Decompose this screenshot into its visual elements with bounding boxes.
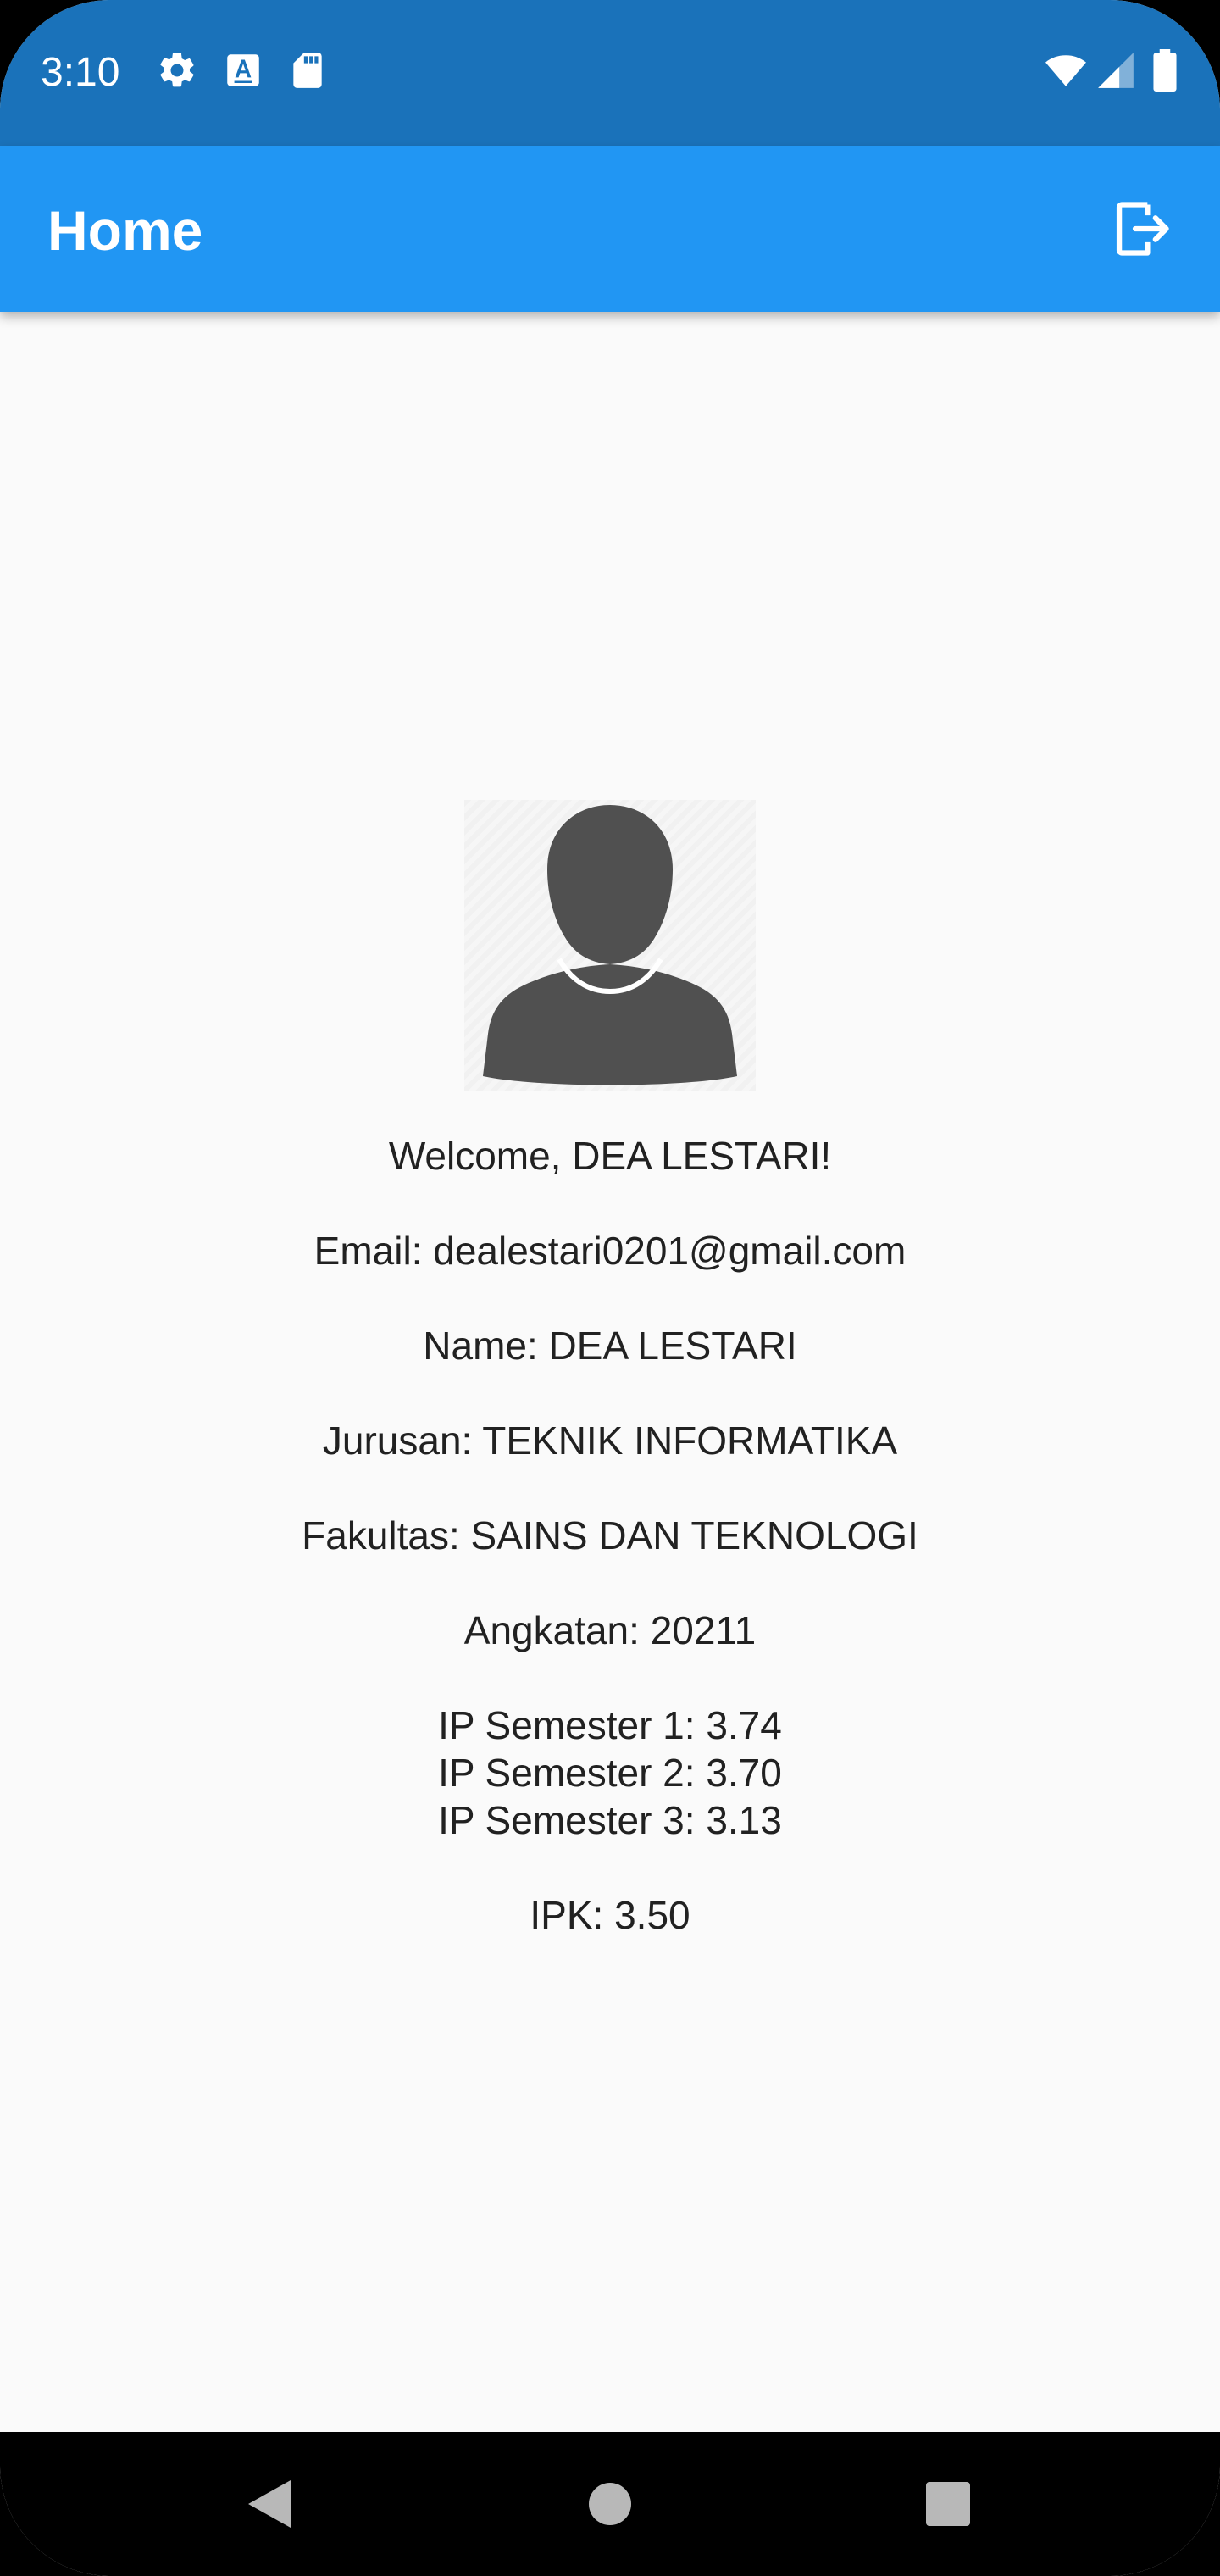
ip-semester-list: IP Semester 1: 3.74 IP Semester 2: 3.70 … (0, 1702, 1220, 1844)
wifi-icon (1040, 49, 1091, 92)
gear-icon (156, 49, 198, 92)
status-time: 3:10 (41, 50, 120, 95)
recents-icon (925, 2481, 971, 2527)
angkatan-text: Angkatan: 20211 (463, 1608, 757, 1652)
logout-button[interactable] (1101, 188, 1183, 269)
recents-button[interactable] (910, 2466, 986, 2542)
sd-card-icon (286, 49, 329, 92)
phone-screen: 3:10 Home Welcome, DEA LESTARI! Email: d… (0, 0, 1220, 2576)
signal-icon (1095, 49, 1137, 92)
system-nav-bar (0, 2432, 1220, 2576)
home-icon (587, 2481, 633, 2527)
ipk-text: IPK: 3.50 (530, 1893, 690, 1937)
ip-semester-item: IP Semester 1: 3.74 (438, 1703, 782, 1747)
status-bar: 3:10 (0, 0, 1220, 146)
person-silhouette-icon (464, 800, 756, 1091)
welcome-text: Welcome, DEA LESTARI! (388, 1134, 832, 1178)
back-button[interactable] (230, 2466, 307, 2542)
app-bar: Home (0, 146, 1220, 312)
logout-icon (1110, 197, 1174, 261)
text-a-icon (222, 49, 264, 92)
ip-semester-item: IP Semester 3: 3.13 (438, 1798, 782, 1842)
back-icon (243, 2477, 294, 2531)
email-text: Email: dealestari0201@gmail.com (313, 1229, 907, 1273)
jurusan-text: Jurusan: TEKNIK INFORMATIKA (322, 1418, 898, 1463)
home-button[interactable] (572, 2466, 648, 2542)
ip-semester-item: IP Semester 2: 3.70 (438, 1751, 782, 1795)
profile-content: Welcome, DEA LESTARI! Email: dealestari0… (0, 312, 1220, 2432)
fakultas-text: Fakultas: SAINS DAN TEKNOLOGI (302, 1513, 918, 1557)
page-title: Home (47, 199, 203, 262)
profile-info: Welcome, DEA LESTARI! Email: dealestari0… (0, 1132, 1220, 1986)
battery-icon (1145, 49, 1184, 92)
name-text: Name: DEA LESTARI (423, 1324, 797, 1368)
